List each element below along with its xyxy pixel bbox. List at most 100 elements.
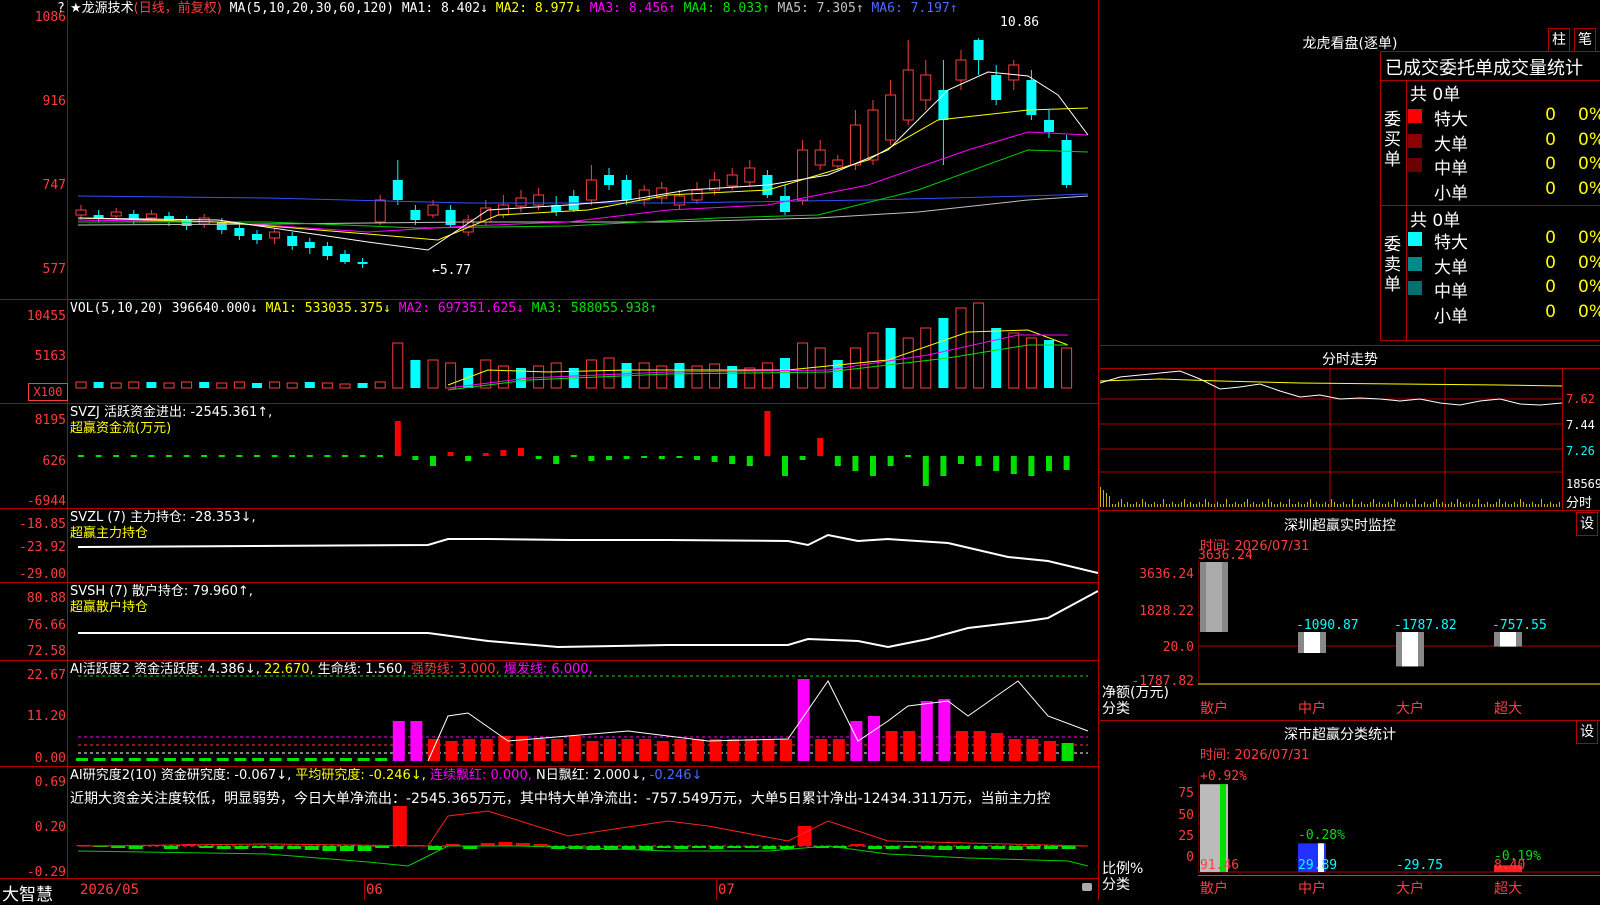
intraday-volume-bar [1316,502,1317,507]
vol-axis-2: 5163 [34,349,66,364]
intraday-axis-1: 7.62 [1566,392,1595,406]
volume-bar [585,359,597,389]
ai-active-bar [1061,743,1074,761]
ai-research-bar [692,846,706,848]
intraday-volume-bar [1232,504,1233,507]
intraday-volume-bar [1424,502,1425,507]
intraday-volume-bar [1481,504,1482,507]
ai-research-bar [340,846,354,851]
intraday-volume-bar [1133,504,1134,507]
ai-active-bar [797,679,810,761]
volume-bar [233,381,245,389]
volume-chart[interactable] [68,300,1098,403]
sz-class-settings-button[interactable]: 设 [1576,720,1598,744]
volume-bar [867,332,879,389]
svzj-chart[interactable] [68,404,1098,508]
svzj-bar [887,456,894,466]
volume-bar [973,302,985,389]
intraday-volume-bar [1337,504,1338,507]
intraday-volume-bar [1391,504,1392,507]
svzj-bar [764,411,771,456]
volume-bar [357,383,368,388]
intraday-volume-bar [1217,502,1218,507]
ai-active-chart[interactable] [68,661,1098,766]
candle-body [920,74,932,101]
candle-body [93,215,104,218]
intraday-volume-bar [1535,504,1536,507]
svzl-axis-1: -18.85 [19,517,66,532]
ai-research-bar [111,846,126,848]
sell-row-name: 特大 [1434,233,1468,253]
svzj-bar [254,455,260,457]
vol-unit-button[interactable]: X100 [28,383,68,401]
ai-active-bar [304,758,317,761]
buy-row-name: 小单 [1434,183,1468,204]
sz-axis-2: 1828.22 [1139,604,1194,619]
intraday-volume-bar [1214,504,1215,507]
intraday-volume-bar [1385,504,1386,507]
candlestick-chart[interactable] [68,0,1098,299]
intraday-chart[interactable] [1100,369,1562,509]
szc-xlabel: 分类 [1102,877,1130,893]
svzj-bar [711,456,718,462]
ai-active-bar [868,716,880,761]
candle-body [269,231,281,239]
intraday-volume-bar [1268,499,1269,507]
ai-active-bar [498,736,511,761]
volume-bar [339,383,351,389]
intraday-volume-bar [1187,504,1188,507]
longhu-tabs[interactable]: 已成交委托单成交量统计 [1385,54,1600,80]
volume-bar [656,365,668,389]
sell-row-0: 特大 0 0% [1408,228,1600,253]
intraday-volume-bar [1427,504,1428,507]
sz-monitor-settings-button[interactable]: 设 [1576,512,1598,536]
ai-active-bar [885,731,898,761]
svzj-bar [641,456,648,458]
intraday-volume-bar [1553,504,1554,507]
volume-bar [146,382,157,388]
sz-monitor-value: -757.55 [1492,618,1547,633]
tick-mode-button[interactable]: 笔 [1574,28,1596,52]
ai-research-bar [199,846,214,848]
intraday-axis-3: 7.26 [1566,444,1595,458]
intraday-volume-bar [1295,504,1296,507]
buy-row-0: 特大 0 0% [1408,105,1600,130]
volume-bar [691,365,703,389]
chart-area[interactable]: ★龙源技术(日线，前复权) MA(5,10,20,30,60,120) MA1:… [0,0,1100,905]
ai-research-chart[interactable] [68,806,1098,878]
intraday-volume-bar [1502,504,1503,507]
ai-active-bar [832,739,845,761]
intraday-volume-bar [1430,504,1431,507]
svzj-axis-2: 626 [42,454,66,469]
intraday-volume-bar [1139,504,1140,507]
candle-body [374,199,386,223]
intraday-volume-bar [1349,504,1350,507]
svzl-line [77,533,1098,574]
intraday-volume-bar [1343,502,1344,507]
intraday-volume-bar [1244,502,1245,507]
ai-research-bar [709,846,724,849]
bar-mode-button[interactable]: 柱 [1548,28,1570,52]
ai-active-bar [956,731,968,761]
sz-class-title: 深市超赢分类统计 [1284,727,1396,743]
sell-row-count: 0 [1545,228,1556,248]
svzj-bar [834,456,841,466]
svzl-chart[interactable] [68,509,1098,582]
svzj-bar [623,456,630,459]
main-axis-2: 916 [42,94,66,109]
main-axis-1: 1086 [34,10,66,25]
intraday-volume-bar [1220,504,1221,507]
volume-bar [497,365,509,389]
intraday-volume-bar [1517,504,1518,507]
ai-active-bar [181,758,194,761]
intraday-label: 分时 [1566,496,1593,511]
ai-research-bar [164,846,178,849]
ai-research-last: -0.246↓ [649,768,703,783]
volume-bar [814,347,826,389]
candle-body [691,189,703,201]
lock-icon[interactable] [1082,883,1092,891]
ai-active-bar [164,758,176,761]
intraday-volume-bar [1307,502,1308,507]
svsh-chart[interactable] [68,583,1098,660]
vol-axis-1: 10455 [26,309,66,324]
